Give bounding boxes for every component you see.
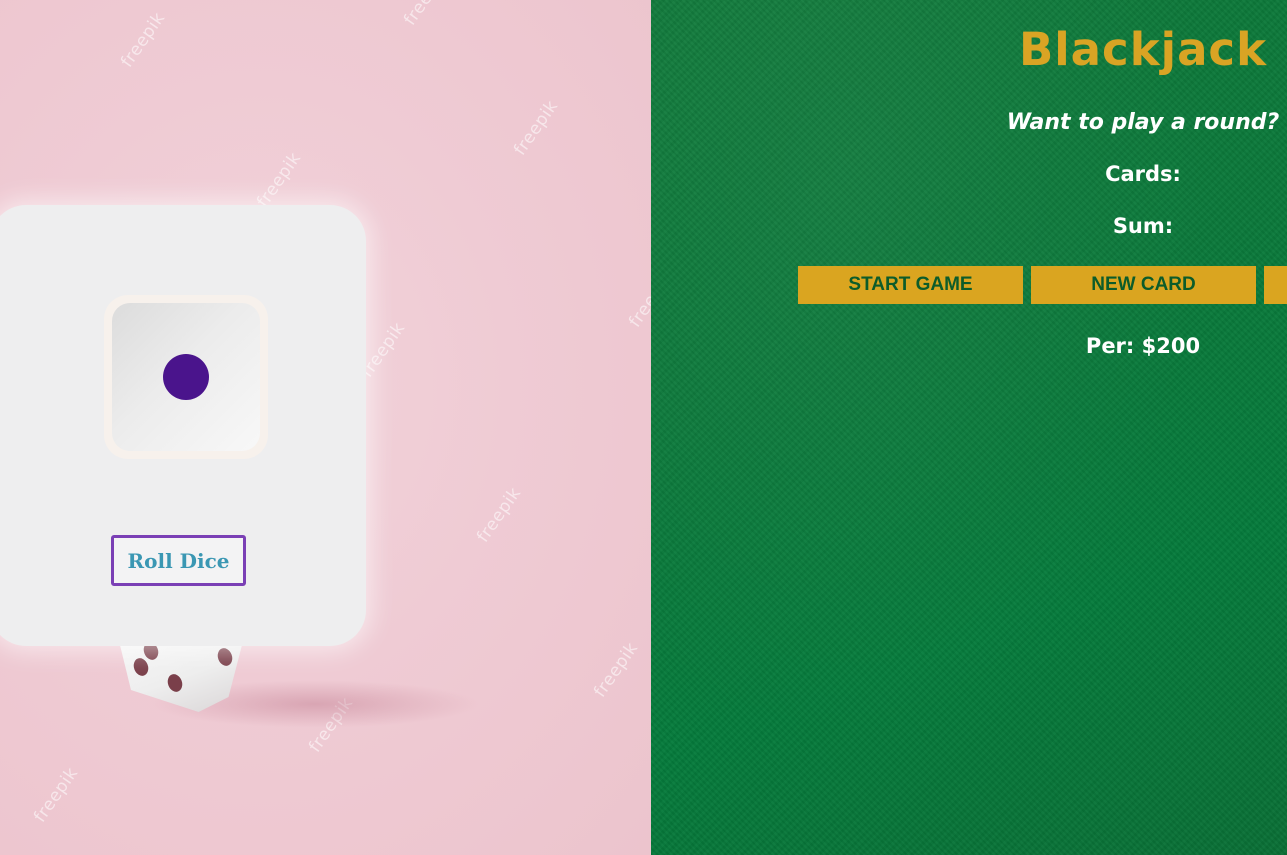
die-face <box>112 303 260 451</box>
cards-label: Cards: <box>1105 162 1181 186</box>
page-title: Blackjack <box>1018 23 1268 76</box>
die-pip <box>131 656 151 678</box>
dice-panel: freepik freepik freepik freepik freepik … <box>0 0 651 855</box>
watermark: freepik <box>30 763 83 827</box>
watermark: freepik <box>590 638 643 702</box>
button-row: START GAME NEW CARD <box>793 266 1287 304</box>
watermark: freepik <box>473 483 526 547</box>
watermark: freepik <box>625 268 651 332</box>
watermark: freepik <box>253 148 306 212</box>
watermark: freepik <box>510 96 563 160</box>
sum-label: Sum: <box>1112 214 1174 238</box>
blackjack-content: Blackjack Want to play a round? Cards: S… <box>793 0 1287 360</box>
dice-card: Roll Dice <box>0 205 366 646</box>
third-button[interactable] <box>1264 266 1287 304</box>
die-pip <box>163 354 209 400</box>
watermark: freepik <box>117 8 170 72</box>
die-pip <box>165 672 185 694</box>
message-text: Want to play a round? <box>1006 110 1280 135</box>
watermark: freepik <box>400 0 452 29</box>
start-game-button[interactable]: START GAME <box>798 266 1023 304</box>
die-pip <box>215 646 235 668</box>
blackjack-panel: Blackjack Want to play a round? Cards: S… <box>651 0 1287 855</box>
die-frame <box>104 295 268 459</box>
player-info: Per: $200 <box>1085 334 1201 358</box>
new-card-button[interactable]: NEW CARD <box>1031 266 1256 304</box>
page: freepik freepik freepik freepik freepik … <box>0 0 1287 855</box>
roll-dice-button[interactable]: Roll Dice <box>111 535 246 586</box>
